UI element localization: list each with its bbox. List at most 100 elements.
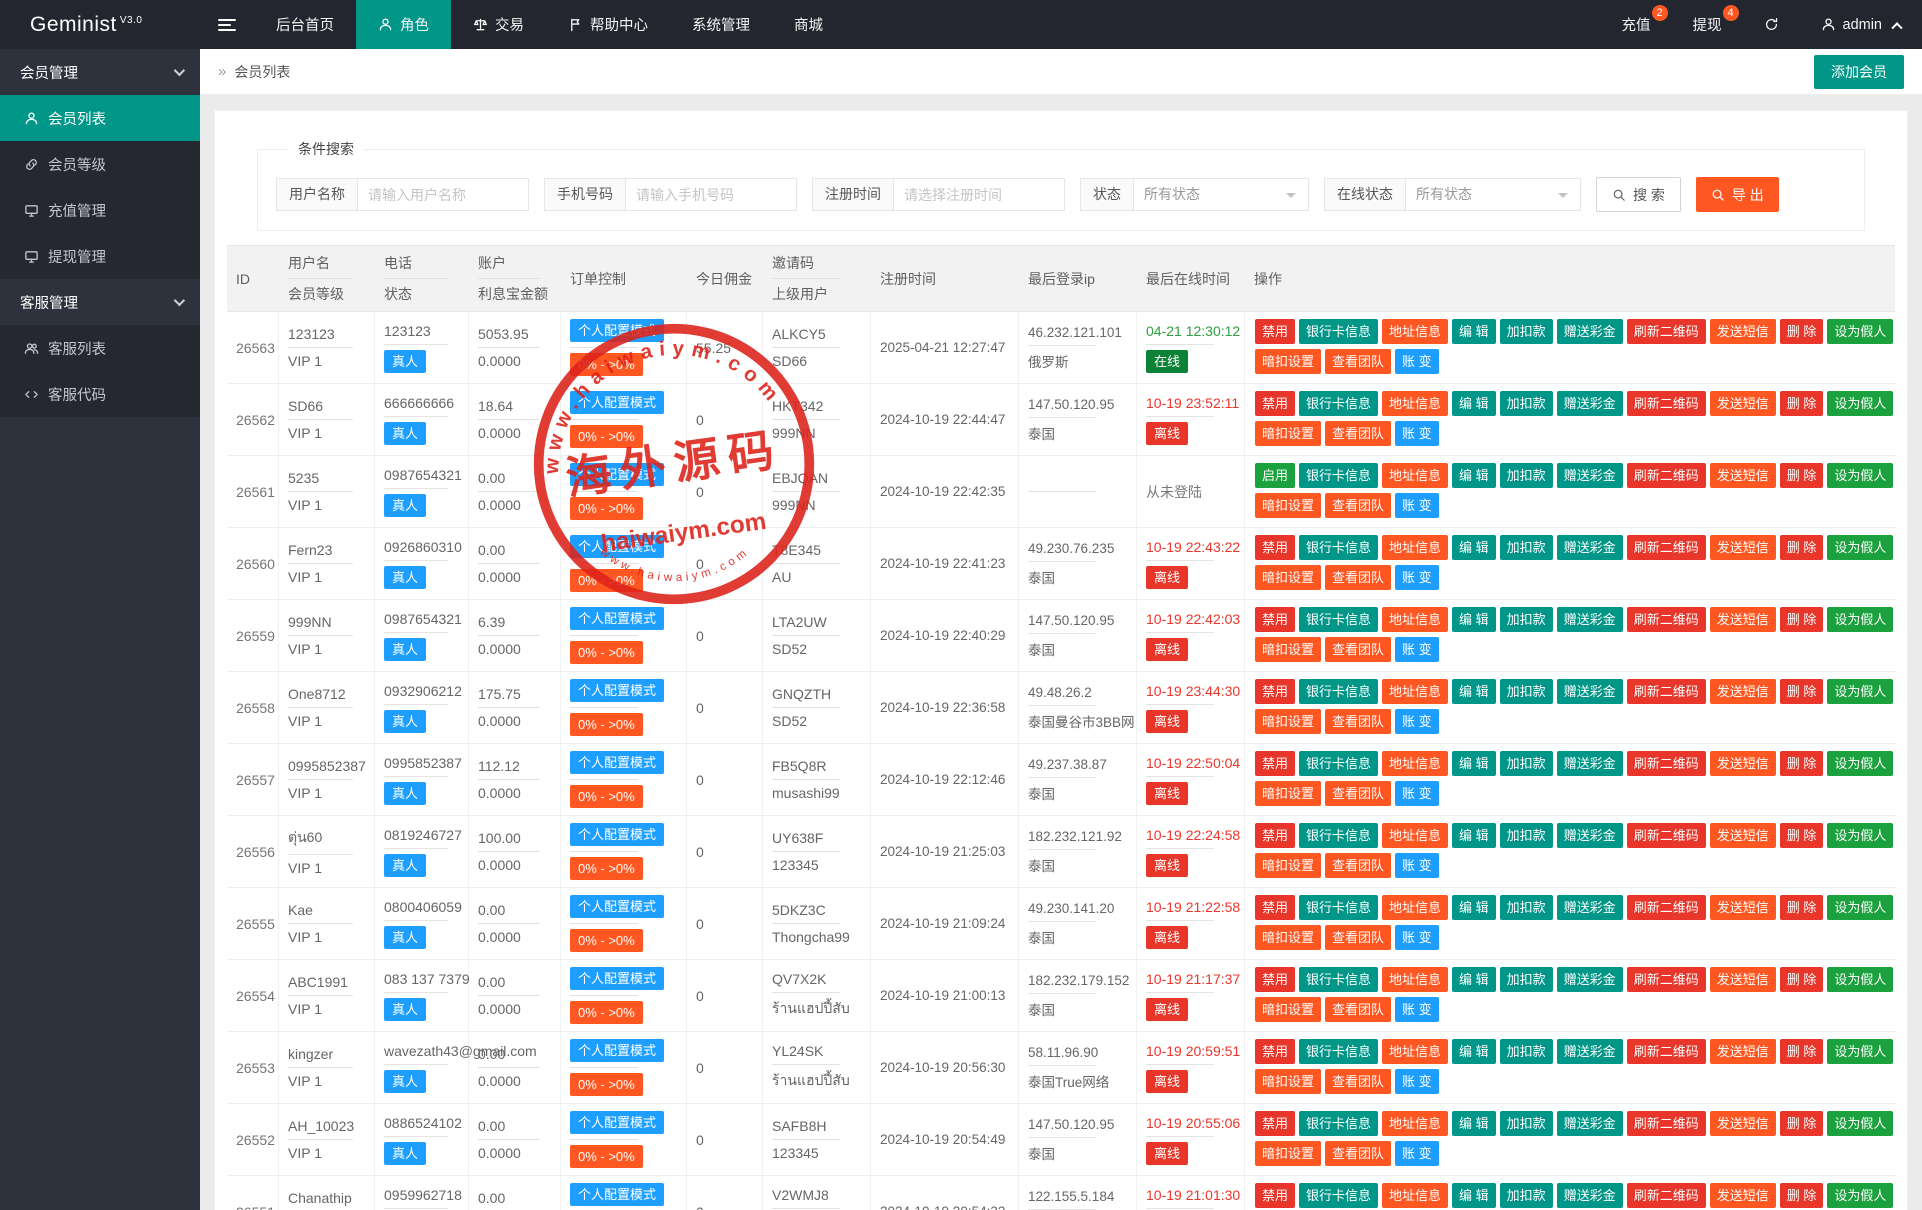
action-button[interactable]: 删 除 [1780, 967, 1824, 992]
action-button[interactable]: 赠送彩金 [1557, 391, 1623, 416]
action-button[interactable]: 删 除 [1780, 1039, 1824, 1064]
action-button[interactable]: 账 变 [1395, 637, 1439, 662]
action-button[interactable]: 查看团队 [1325, 925, 1391, 950]
action-button[interactable]: 编 辑 [1452, 967, 1496, 992]
search-input[interactable] [625, 178, 797, 211]
action-button[interactable]: 启用 [1255, 463, 1295, 488]
action-button[interactable]: 地址信息 [1382, 967, 1448, 992]
action-button[interactable]: 刷新二维码 [1627, 823, 1706, 848]
action-button[interactable]: 地址信息 [1382, 1039, 1448, 1064]
action-button[interactable]: 发送短信 [1710, 1111, 1776, 1136]
action-button[interactable]: 赠送彩金 [1557, 679, 1623, 704]
sidebar-item[interactable]: 会员列表 [0, 95, 200, 141]
search-input[interactable] [893, 178, 1065, 211]
action-button[interactable]: 赠送彩金 [1557, 1183, 1623, 1208]
action-button[interactable]: 禁用 [1255, 607, 1295, 632]
action-button[interactable]: 设为假人 [1827, 535, 1893, 560]
action-button[interactable]: 赠送彩金 [1557, 535, 1623, 560]
action-button[interactable]: 赠送彩金 [1557, 823, 1623, 848]
action-button[interactable]: 查看团队 [1325, 493, 1391, 518]
action-button[interactable]: 暗扣设置 [1255, 1141, 1321, 1166]
refresh-button[interactable] [1743, 0, 1800, 49]
action-button[interactable]: 删 除 [1780, 535, 1824, 560]
action-button[interactable]: 地址信息 [1382, 1183, 1448, 1208]
action-button[interactable]: 地址信息 [1382, 607, 1448, 632]
nav-menu-item[interactable]: 帮助中心 [546, 0, 670, 49]
action-button[interactable]: 发送短信 [1710, 967, 1776, 992]
action-button[interactable]: 禁用 [1255, 1111, 1295, 1136]
action-button[interactable]: 删 除 [1780, 895, 1824, 920]
action-button[interactable]: 刷新二维码 [1627, 463, 1706, 488]
action-button[interactable]: 设为假人 [1827, 1039, 1893, 1064]
action-button[interactable]: 暗扣设置 [1255, 925, 1321, 950]
withdraw-button[interactable]: 提现 4 [1672, 0, 1743, 49]
action-button[interactable]: 加扣款 [1500, 391, 1553, 416]
action-button[interactable]: 设为假人 [1827, 463, 1893, 488]
action-button[interactable]: 刷新二维码 [1627, 1111, 1706, 1136]
action-button[interactable]: 编 辑 [1452, 1039, 1496, 1064]
action-button[interactable]: 赠送彩金 [1557, 895, 1623, 920]
action-button[interactable]: 删 除 [1780, 463, 1824, 488]
action-button[interactable]: 删 除 [1780, 607, 1824, 632]
action-button[interactable]: 设为假人 [1827, 391, 1893, 416]
action-button[interactable]: 地址信息 [1382, 463, 1448, 488]
action-button[interactable]: 账 变 [1395, 493, 1439, 518]
action-button[interactable]: 暗扣设置 [1255, 997, 1321, 1022]
action-button[interactable]: 刷新二维码 [1627, 535, 1706, 560]
action-button[interactable]: 删 除 [1780, 1111, 1824, 1136]
action-button[interactable]: 设为假人 [1827, 679, 1893, 704]
action-button[interactable]: 编 辑 [1452, 1111, 1496, 1136]
action-button[interactable]: 发送短信 [1710, 319, 1776, 344]
action-button[interactable]: 加扣款 [1500, 895, 1553, 920]
search-button[interactable]: 搜 索 [1596, 177, 1681, 212]
action-button[interactable]: 发送短信 [1710, 1183, 1776, 1208]
action-button[interactable]: 编 辑 [1452, 679, 1496, 704]
action-button[interactable]: 账 变 [1395, 349, 1439, 374]
action-button[interactable]: 查看团队 [1325, 1141, 1391, 1166]
action-button[interactable]: 银行卡信息 [1299, 823, 1378, 848]
sidebar-section-header[interactable]: 客服管理 [0, 279, 200, 325]
action-button[interactable]: 刷新二维码 [1627, 319, 1706, 344]
action-button[interactable]: 加扣款 [1500, 1111, 1553, 1136]
sidebar-item[interactable]: 客服代码 [0, 371, 200, 417]
action-button[interactable]: 查看团队 [1325, 997, 1391, 1022]
action-button[interactable]: 赠送彩金 [1557, 607, 1623, 632]
action-button[interactable]: 设为假人 [1827, 967, 1893, 992]
action-button[interactable]: 禁用 [1255, 967, 1295, 992]
action-button[interactable]: 设为假人 [1827, 1183, 1893, 1208]
action-button[interactable]: 暗扣设置 [1255, 1069, 1321, 1094]
action-button[interactable]: 赠送彩金 [1557, 751, 1623, 776]
action-button[interactable]: 设为假人 [1827, 751, 1893, 776]
action-button[interactable]: 编 辑 [1452, 463, 1496, 488]
nav-menu-item[interactable]: 后台首页 [254, 0, 356, 49]
action-button[interactable]: 账 变 [1395, 781, 1439, 806]
action-button[interactable]: 禁用 [1255, 391, 1295, 416]
action-button[interactable]: 禁用 [1255, 895, 1295, 920]
action-button[interactable]: 加扣款 [1500, 823, 1553, 848]
action-button[interactable]: 刷新二维码 [1627, 1183, 1706, 1208]
action-button[interactable]: 编 辑 [1452, 751, 1496, 776]
action-button[interactable]: 赠送彩金 [1557, 319, 1623, 344]
admin-menu[interactable]: admin [1800, 0, 1922, 49]
action-button[interactable]: 账 变 [1395, 1069, 1439, 1094]
action-button[interactable]: 禁用 [1255, 319, 1295, 344]
action-button[interactable]: 编 辑 [1452, 535, 1496, 560]
action-button[interactable]: 账 变 [1395, 853, 1439, 878]
action-button[interactable]: 赠送彩金 [1557, 463, 1623, 488]
action-button[interactable]: 加扣款 [1500, 679, 1553, 704]
action-button[interactable]: 银行卡信息 [1299, 319, 1378, 344]
action-button[interactable]: 刷新二维码 [1627, 751, 1706, 776]
action-button[interactable]: 设为假人 [1827, 823, 1893, 848]
action-button[interactable]: 刷新二维码 [1627, 391, 1706, 416]
action-button[interactable]: 发送短信 [1710, 823, 1776, 848]
action-button[interactable]: 发送短信 [1710, 463, 1776, 488]
add-member-button[interactable]: 添加会员 [1814, 55, 1904, 89]
action-button[interactable]: 暗扣设置 [1255, 349, 1321, 374]
action-button[interactable]: 查看团队 [1325, 709, 1391, 734]
action-button[interactable]: 银行卡信息 [1299, 1111, 1378, 1136]
action-button[interactable]: 账 变 [1395, 997, 1439, 1022]
action-button[interactable]: 银行卡信息 [1299, 391, 1378, 416]
action-button[interactable]: 加扣款 [1500, 751, 1553, 776]
action-button[interactable]: 银行卡信息 [1299, 535, 1378, 560]
action-button[interactable]: 地址信息 [1382, 535, 1448, 560]
